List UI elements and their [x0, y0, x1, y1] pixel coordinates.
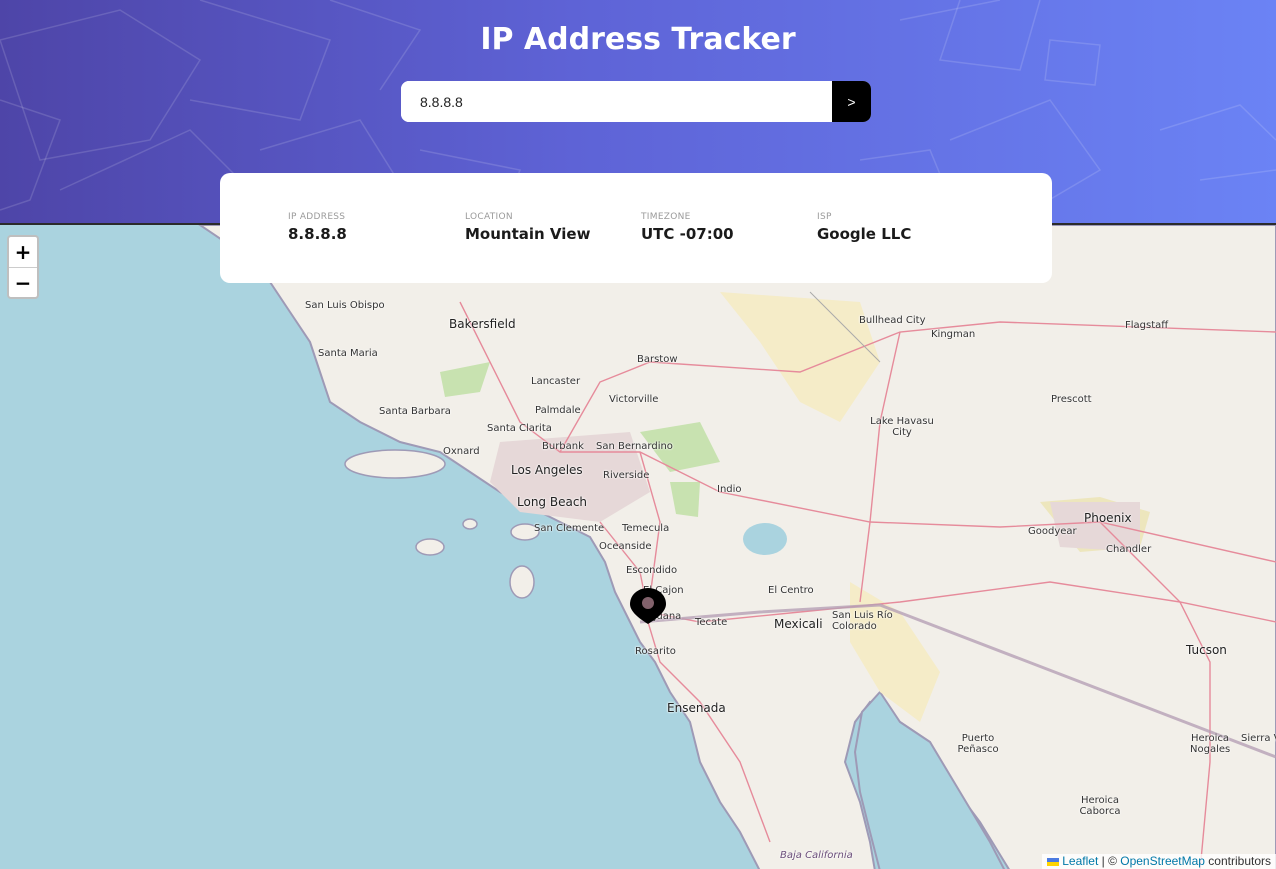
submit-button[interactable]: >: [832, 81, 871, 122]
map-label: Victorville: [609, 394, 659, 405]
map-label: San Bernardino: [596, 441, 673, 452]
map-label: Mexicali: [774, 617, 823, 631]
map-label: Long Beach: [517, 495, 588, 509]
map-label: Sierra V: [1241, 733, 1276, 744]
ip-info-card: IP ADDRESS 8.8.8.8 LOCATION Mountain Vie…: [220, 173, 1052, 283]
map-label: Burbank: [542, 441, 584, 452]
info-label: LOCATION: [465, 212, 513, 222]
search-bar: >: [401, 81, 871, 122]
map-label: San Luis Obispo: [305, 300, 385, 311]
map-label: Ensenada: [667, 701, 726, 715]
map-label: Goodyear: [1028, 526, 1077, 537]
info-value: Mountain View: [465, 225, 591, 243]
openstreetmap-link[interactable]: OpenStreetMap: [1120, 854, 1205, 868]
map-label: Lake Havasu City: [870, 416, 934, 438]
info-label: IP ADDRESS: [288, 212, 346, 222]
map-label: Puerto Peñasco: [957, 733, 999, 755]
map-label: Kingman: [931, 329, 976, 340]
map-label: Prescott: [1051, 394, 1092, 405]
map-label: San Luis Río Colorado: [832, 610, 893, 632]
map-label: Bullhead City: [859, 315, 926, 326]
map-label: Santa Maria: [318, 348, 378, 359]
map-label: Flagstaff: [1125, 320, 1169, 331]
info-ip-address: IP ADDRESS 8.8.8.8: [288, 212, 347, 243]
attribution-separator: | ©: [1098, 854, 1121, 868]
map-view[interactable]: San Luis Obispo Bakersfield Bullhead Cit…: [0, 223, 1276, 869]
map-label: Chandler: [1106, 544, 1152, 555]
info-label: TIMEZONE: [641, 212, 691, 222]
map-label: Lancaster: [531, 376, 581, 387]
zoom-out-button[interactable]: −: [9, 267, 37, 297]
map-label: Heroica Nogales: [1190, 733, 1231, 755]
map-attribution: Leaflet | © OpenStreetMap contributors: [1042, 854, 1276, 869]
info-value: 8.8.8.8: [288, 225, 347, 243]
map-label: San Clemente: [534, 523, 605, 534]
info-value: UTC -07:00: [641, 225, 734, 243]
attribution-suffix: contributors: [1204, 854, 1271, 868]
page-title: IP Address Tracker: [480, 22, 796, 57]
map-label: Santa Barbara: [379, 406, 451, 417]
map-label: Escondido: [626, 565, 678, 576]
info-value: Google LLC: [817, 225, 912, 243]
info-isp: ISP Google LLC: [817, 212, 911, 243]
map-label: Phoenix: [1084, 511, 1132, 525]
info-location: LOCATION Mountain View: [465, 212, 590, 243]
map-label: Temecula: [622, 523, 670, 534]
map-label: Barstow: [637, 354, 678, 365]
map-label: Rosarito: [635, 646, 676, 657]
leaflet-link[interactable]: Leaflet: [1062, 854, 1098, 868]
map-label: Tecate: [695, 617, 728, 628]
info-label: ISP: [817, 212, 832, 222]
map-label: Indio: [717, 484, 742, 495]
ukraine-flag-icon: [1047, 857, 1060, 866]
ip-search-input[interactable]: [401, 81, 832, 122]
map-label: Santa Clarita: [487, 423, 552, 434]
zoom-in-button[interactable]: +: [9, 237, 37, 267]
map-label: Los Angeles: [511, 463, 583, 477]
map-label: Heroica Caborca: [1079, 795, 1121, 817]
map-label: Palmdale: [535, 405, 581, 416]
map-label: Riverside: [603, 470, 650, 481]
map-label: Tucson: [1186, 643, 1227, 657]
map-label: El Centro: [768, 585, 814, 596]
map-labels: San Luis Obispo Bakersfield Bullhead Cit…: [0, 225, 1276, 869]
map-label: Oxnard: [443, 446, 480, 457]
map-label: Oceanside: [599, 541, 652, 552]
zoom-control: + −: [7, 235, 39, 299]
map-label: Bakersfield: [449, 317, 516, 331]
info-timezone: TIMEZONE UTC -07:00: [641, 212, 734, 243]
location-marker-icon[interactable]: [628, 586, 668, 626]
map-label: Baja California: [780, 850, 853, 861]
